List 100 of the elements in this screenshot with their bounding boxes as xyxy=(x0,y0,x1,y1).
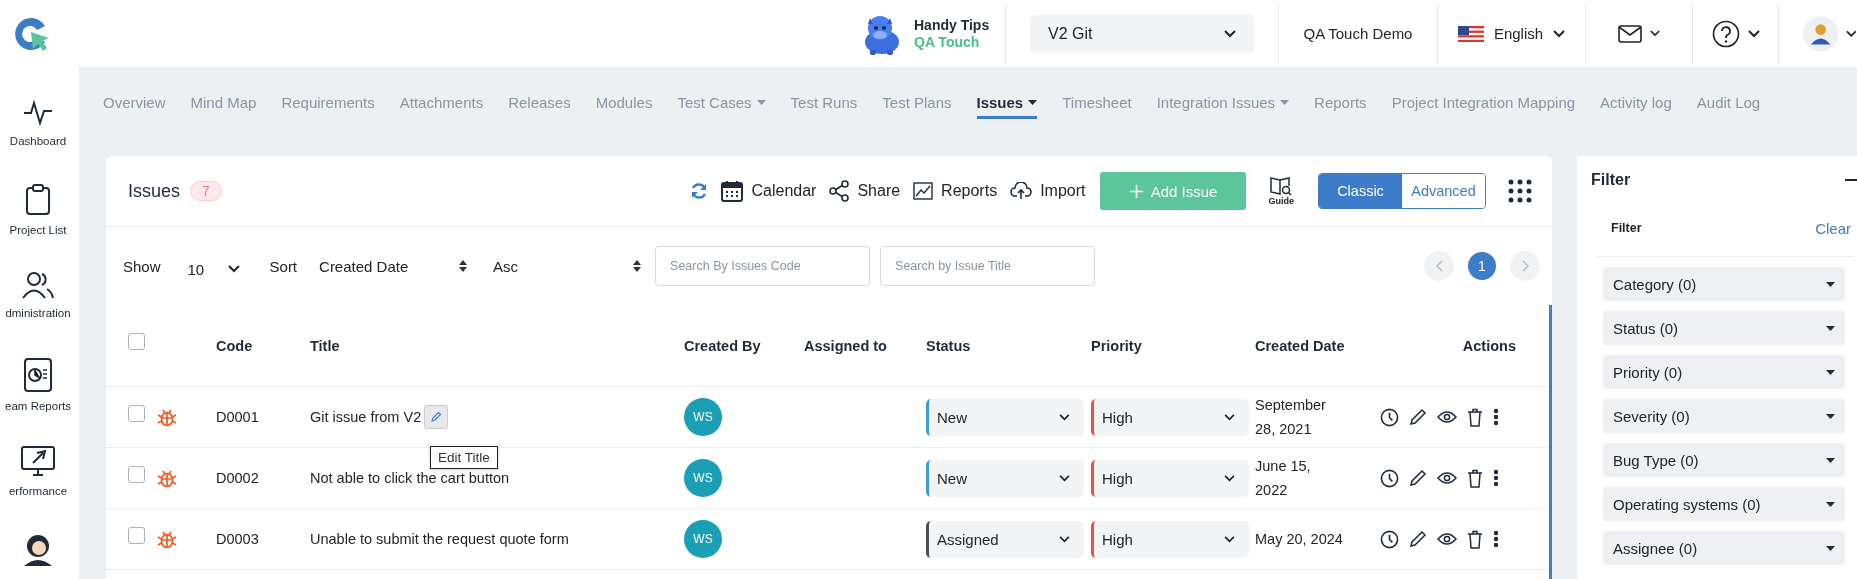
filter-dropdown[interactable]: Severity (0) xyxy=(1603,399,1845,433)
user-avatar: WS xyxy=(684,398,722,436)
row-checkbox[interactable] xyxy=(128,465,145,483)
chevron-icon xyxy=(1553,29,1566,38)
share-icon[interactable] xyxy=(829,180,850,202)
toolbar-link[interactable]: Reports xyxy=(941,182,998,200)
issue-code: D0002 xyxy=(216,470,260,486)
history-icon[interactable] xyxy=(1380,468,1399,488)
guide-label[interactable]: Guide xyxy=(1268,196,1294,206)
search-field[interactable]: Search by Issue Title xyxy=(880,246,1096,286)
issue-title[interactable]: Git issue from V2 xyxy=(310,409,422,425)
sort-order-select[interactable]: Asc xyxy=(493,257,646,275)
column-header: Created By xyxy=(684,337,762,354)
sort-arrows-icon xyxy=(633,260,642,272)
column-header: Priority xyxy=(1091,337,1143,354)
column-header: Code xyxy=(216,337,254,354)
bug-icon xyxy=(157,407,177,427)
user-avatar: WS xyxy=(684,520,722,558)
report-icon[interactable] xyxy=(24,358,52,392)
row-checkbox[interactable] xyxy=(128,404,145,422)
mail-icon[interactable] xyxy=(1618,24,1642,43)
edit-title-button[interactable] xyxy=(424,405,449,429)
toolbar-link[interactable]: Calendar xyxy=(751,182,817,200)
page-button[interactable]: 1 xyxy=(1468,252,1496,280)
filter-dropdown[interactable]: Bug Type (0) xyxy=(1603,443,1845,477)
chevron-icon xyxy=(1224,29,1236,38)
refresh-icon[interactable] xyxy=(690,182,709,200)
calendar-icon[interactable] xyxy=(721,180,744,202)
toolbar-link[interactable]: Import xyxy=(1040,182,1086,200)
language-select[interactable]: English xyxy=(1437,3,1585,64)
sidebar-label[interactable]: erformance xyxy=(8,485,68,497)
row-checkbox[interactable] xyxy=(128,526,145,544)
trash-icon[interactable] xyxy=(1467,407,1483,427)
eye-icon[interactable] xyxy=(1437,410,1457,424)
show-label: Show xyxy=(123,257,161,275)
chevron-right-icon xyxy=(1521,260,1529,272)
created-date: September 28, 2021 xyxy=(1255,396,1327,439)
column-header: Title xyxy=(310,337,341,354)
toolbar-link[interactable]: Share xyxy=(857,182,901,200)
flag-icon xyxy=(1457,25,1484,42)
sidebar-label[interactable]: Project List xyxy=(9,224,67,236)
history-icon[interactable] xyxy=(1380,407,1399,427)
more-icon[interactable] xyxy=(1493,530,1499,548)
page-size-select[interactable]: 10 xyxy=(187,254,240,278)
collapse-icon[interactable] xyxy=(1845,178,1857,182)
sort-label: Sort xyxy=(269,257,298,275)
created-date: May 20, 2024 xyxy=(1255,530,1344,549)
avatar-icon[interactable] xyxy=(1803,13,1839,54)
count-badge: 7 xyxy=(190,181,222,201)
eye-icon[interactable] xyxy=(1437,532,1457,546)
apps-grid-icon[interactable] xyxy=(1508,179,1532,203)
pencil-icon[interactable] xyxy=(1409,408,1427,426)
workspace-name[interactable]: QA Touch Demo xyxy=(1303,25,1413,42)
users-icon[interactable] xyxy=(22,271,54,299)
nav-tab[interactable]: Issues xyxy=(976,89,1038,119)
project-select[interactable]: V2 Git xyxy=(1030,14,1254,53)
view-toggle-button[interactable]: Classic xyxy=(1319,174,1402,208)
filter-dropdown[interactable]: Operating systems (0) xyxy=(1603,487,1845,521)
pencil-icon[interactable] xyxy=(1409,530,1427,548)
clipboard-icon[interactable] xyxy=(25,184,51,216)
issue-title[interactable]: Unable to submit the request quote form xyxy=(310,531,569,547)
history-icon[interactable] xyxy=(1380,529,1399,549)
rocket-monitor-icon[interactable] xyxy=(21,445,55,477)
sidebar-label[interactable]: Dashboard xyxy=(9,135,67,147)
trash-icon[interactable] xyxy=(1467,468,1483,488)
eye-icon[interactable] xyxy=(1437,471,1457,485)
pencil-icon[interactable] xyxy=(1409,469,1427,487)
cloud-upload-icon[interactable] xyxy=(1010,182,1033,200)
status-select[interactable]: Assigned xyxy=(926,520,1084,558)
book-search-icon[interactable] xyxy=(1270,176,1293,196)
caret-icon xyxy=(1028,100,1038,105)
chevron-icon xyxy=(1059,535,1070,543)
more-icon[interactable] xyxy=(1493,469,1499,487)
sidebar-label[interactable]: dministration xyxy=(5,307,71,319)
status-select[interactable]: New xyxy=(926,398,1084,436)
search-field[interactable]: Search By Issues Code xyxy=(655,246,871,286)
chevron-icon xyxy=(1224,413,1235,421)
priority-select[interactable]: High xyxy=(1091,520,1249,558)
filter-dropdown[interactable]: Priority (0) xyxy=(1603,355,1845,389)
plus-icon xyxy=(1129,184,1143,198)
priority-select[interactable]: High xyxy=(1091,398,1249,436)
chevron-icon xyxy=(227,265,240,273)
filter-dropdown[interactable]: Status (0) xyxy=(1603,311,1845,345)
select-all-checkbox[interactable] xyxy=(128,333,145,350)
more-icon[interactable] xyxy=(1493,408,1499,426)
caret-icon xyxy=(1826,325,1835,331)
status-select[interactable]: New xyxy=(926,459,1084,497)
filter-dropdown[interactable]: Category (0) xyxy=(1603,267,1845,301)
line-chart-icon[interactable] xyxy=(913,182,934,200)
scrollbar[interactable] xyxy=(1549,305,1552,579)
filter-dropdown[interactable]: Assignee (0) xyxy=(1603,531,1845,565)
help-icon[interactable] xyxy=(1711,19,1740,48)
trash-icon[interactable] xyxy=(1467,529,1483,549)
caret-icon xyxy=(1280,100,1290,105)
sidebar-label[interactable]: eam Reports xyxy=(5,400,71,412)
caret-icon xyxy=(1826,281,1835,287)
priority-select[interactable]: High xyxy=(1091,459,1249,497)
clear-link[interactable]: Clear xyxy=(1815,219,1851,237)
sort-field-select[interactable]: Created Date xyxy=(319,257,472,275)
issue-title[interactable]: Not able to click the cart button xyxy=(310,470,510,486)
